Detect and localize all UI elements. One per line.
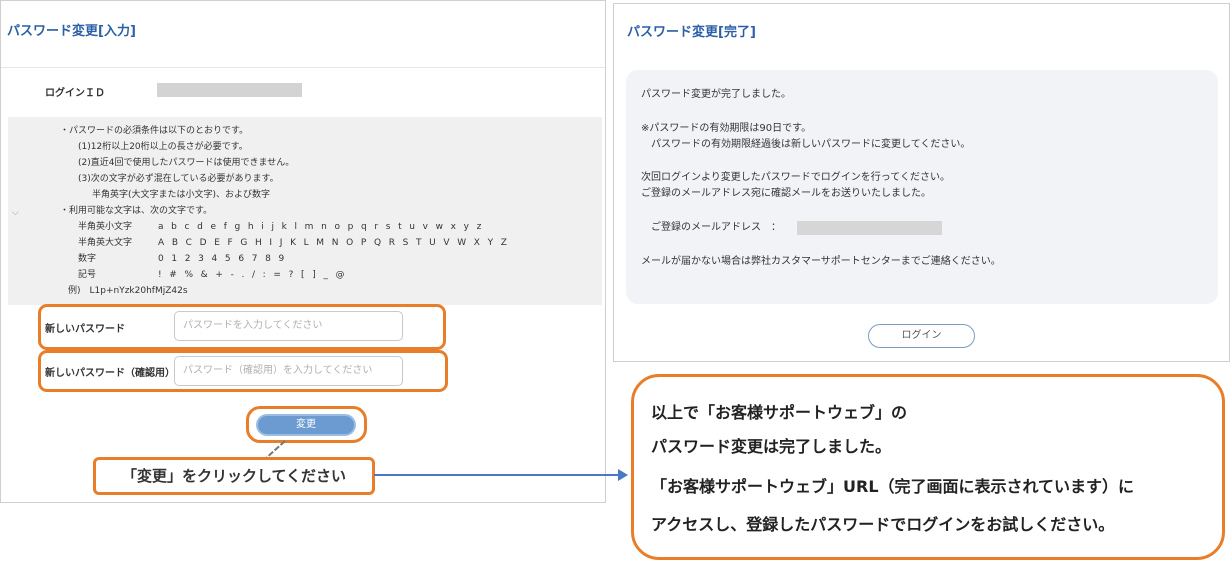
rule-line: 半角英字(大文字または小文字)、および数字 [92, 190, 271, 200]
login-id-value-redacted [157, 83, 302, 97]
connector-arrow-line [374, 474, 622, 476]
message-line: ご登録のメールアドレス宛に確認メールをお送りいたしました。 [641, 188, 931, 199]
rule-line: (2)直近4回で使用したパスワードは使用できません。 [78, 158, 295, 168]
charset-label: 半角英大文字 [78, 238, 133, 248]
registered-email-label: ご登録のメールアドレス ： [651, 222, 781, 233]
message-line: メールが届かない場合は弊社カスタマーサポートセンターまでご連絡ください。 [641, 256, 1001, 267]
login-button[interactable]: ログイン [868, 324, 975, 348]
charset-chars: a b c d e f g h i j k l m n o p q r s t … [158, 222, 484, 232]
new-password-label: 新しいパスワード [45, 324, 125, 335]
password-rules-box: ・パスワードの必須条件は以下のとおりです。 (1)12桁以上20桁以上の長さが必… [8, 117, 602, 305]
new-password-input[interactable]: パスワードを入力してください [174, 311, 403, 341]
chevron-down-icon: ⌵ [12, 208, 19, 218]
rule-line: (1)12桁以上20桁以上の長さが必要です。 [78, 142, 248, 152]
message-line: ※パスワードの有効期限は90日です。 [641, 123, 812, 134]
click-instruction-callout: 「変更」をクリックしてください [93, 457, 375, 495]
message-line: 次回ログインより変更したパスワードでログインを行ってください。 [641, 172, 950, 183]
completion-message-box: パスワード変更が完了しました。 ※パスワードの有効期限は90日です。 パスワード… [626, 70, 1218, 304]
charset-label: 半角英小文字 [78, 222, 133, 232]
rule-line: (3)次の文字が必ず混在している必要があります。 [78, 174, 279, 184]
change-button[interactable]: 変更 [256, 414, 356, 436]
confirm-password-input[interactable]: パスワード（確認用）を入力してください [174, 356, 403, 386]
note-line: アクセスし、登録したパスワードでログインをお試しください。 [651, 515, 1115, 534]
page-title: パスワード変更[入力] [7, 24, 136, 39]
confirm-password-label: 新しいパスワード（確認用） [45, 368, 175, 379]
charset-chars: A B C D E F G H I J K L M N O P Q R S T … [158, 238, 510, 248]
note-line: パスワード変更は完了しました。 [651, 437, 892, 456]
charset-label: 数字 [78, 254, 97, 264]
message-line: パスワード変更が完了しました。 [641, 89, 791, 100]
charset-chars: ! # % & + - . / : = ? [ ] _ @ [158, 270, 347, 280]
note-line: 「お客様サポートウェブ」URL（完了画面に表示されています）に [651, 477, 1135, 496]
completion-note-callout: 以上で「お客様サポートウェブ」の パスワード変更は完了しました。 「お客様サポー… [631, 374, 1225, 560]
page-title: パスワード変更[完了] [627, 25, 756, 40]
rule-line: ・利用可能な文字は、次の文字です。 [60, 206, 213, 216]
rule-line: ・パスワードの必須条件は以下のとおりです。 [60, 126, 249, 136]
charset-label: 記号 [78, 270, 97, 280]
note-line: 以上で「お客様サポートウェブ」の [651, 403, 908, 422]
divider [1, 67, 605, 68]
password-change-input-panel: パスワード変更[入力] ログインＩＤ ・パスワードの必須条件は以下のとおりです。… [0, 0, 606, 503]
password-example: 例) L1p+nYzk20hfMjZ42s [68, 286, 188, 296]
password-change-complete-panel: パスワード変更[完了] パスワード変更が完了しました。 ※パスワードの有効期限は… [613, 3, 1230, 362]
registered-email-value-redacted [797, 221, 942, 235]
message-line: パスワードの有効期限経過後は新しいパスワードに変更してください。 [641, 139, 971, 150]
arrow-right-icon [618, 469, 628, 481]
charset-chars: 0 1 2 3 4 5 6 7 8 9 [158, 254, 287, 264]
login-id-label: ログインＩＤ [45, 88, 105, 99]
